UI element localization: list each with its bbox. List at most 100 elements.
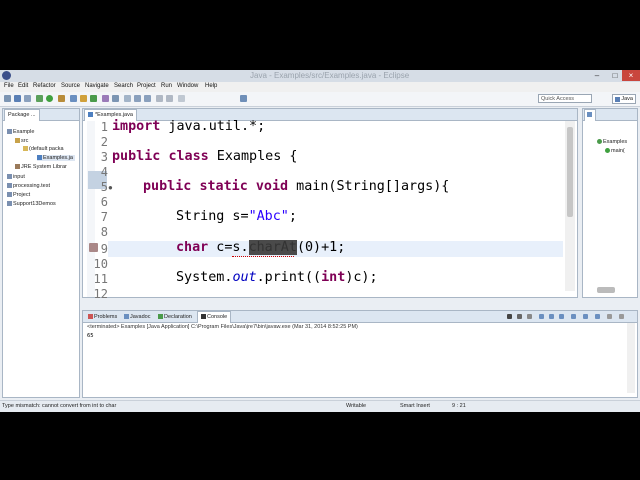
folder-icon — [15, 138, 20, 144]
code-line-11[interactable]: System.out.print((int)c); — [176, 269, 378, 287]
tree-label: Support13Demos — [13, 201, 56, 207]
code-line-7[interactable]: String s="Abc"; — [176, 208, 297, 226]
code-line-3[interactable]: public class Examples { — [112, 148, 297, 166]
tab-problems[interactable]: Problems — [85, 312, 120, 322]
tree-item-support13demos[interactable]: Support13Demos — [7, 201, 56, 207]
open-type-icon[interactable] — [102, 95, 109, 102]
tree-item-project[interactable]: Project — [7, 192, 30, 198]
new-package-icon[interactable] — [80, 95, 87, 102]
new-java-project-icon[interactable] — [70, 95, 77, 102]
menu-navigate[interactable]: Navigate — [85, 83, 109, 89]
word-wrap-icon[interactable] — [559, 314, 564, 319]
java-perspective-button[interactable]: Java — [612, 94, 636, 104]
java-file-icon — [37, 155, 42, 161]
tree-label: (default packa — [29, 146, 64, 152]
previous-annotation-icon[interactable] — [144, 95, 151, 102]
menu-source[interactable]: Source — [61, 83, 80, 89]
external-tools-icon[interactable] — [58, 95, 65, 102]
menu-project[interactable]: Project — [137, 83, 156, 89]
menu-window[interactable]: Window — [177, 83, 198, 89]
menu-bar: File Edit Refactor Source Navigate Searc… — [0, 82, 640, 92]
keyword: import — [112, 119, 161, 134]
debug-icon[interactable] — [36, 95, 43, 102]
clear-console-icon[interactable] — [539, 314, 544, 319]
outline-scroll-thumb[interactable] — [597, 287, 615, 293]
static-field: out — [232, 270, 257, 285]
new-class-icon[interactable] — [90, 95, 97, 102]
tab-outline[interactable] — [584, 109, 596, 121]
minimize-icon[interactable]: – — [588, 70, 606, 81]
forward-icon[interactable] — [166, 95, 173, 102]
remove-all-icon[interactable] — [527, 314, 532, 319]
remove-launch-icon[interactable] — [517, 314, 522, 319]
status-message: Type mismatch: cannot convert from int t… — [2, 403, 117, 409]
terminate-icon[interactable] — [507, 314, 512, 319]
project-icon — [7, 129, 12, 135]
maximize-view-icon[interactable] — [619, 314, 624, 319]
class-icon — [597, 139, 602, 145]
back-icon[interactable] — [156, 95, 163, 102]
tree-item-examples-java[interactable]: Examples.ja — [37, 155, 75, 161]
menu-run[interactable]: Run — [161, 83, 172, 89]
javadoc-icon — [124, 314, 129, 320]
tree-item-input[interactable]: input — [7, 174, 25, 180]
open-console-icon[interactable] — [595, 314, 600, 319]
minimize-view-icon[interactable] — [607, 314, 612, 319]
menu-edit[interactable]: Edit — [18, 83, 28, 89]
tab-declaration[interactable]: Declaration — [155, 312, 195, 322]
tree-label: src — [21, 138, 29, 144]
pin-console-icon[interactable] — [571, 314, 576, 319]
scroll-thumb[interactable] — [567, 127, 573, 217]
next-annotation-icon[interactable] — [134, 95, 141, 102]
code-line-1[interactable]: import java.util.*; — [112, 118, 265, 136]
search-icon[interactable] — [112, 95, 119, 102]
menu-help[interactable]: Help — [205, 83, 217, 89]
tree-item-jre-library[interactable]: JRE System Librar — [15, 164, 67, 170]
code-line-5[interactable]: public static void main(String[]args){ — [143, 178, 449, 196]
tree-item-example[interactable]: Example — [7, 129, 34, 135]
tree-item-processing-test[interactable]: processing.test — [7, 183, 50, 189]
toggle-mark-icon[interactable] — [124, 95, 131, 102]
close-icon[interactable]: × — [622, 70, 640, 81]
pin-editor-icon[interactable] — [178, 95, 185, 102]
tab-package-explorer[interactable]: Package ... — [4, 109, 40, 121]
run-icon[interactable] — [46, 95, 53, 102]
console-panel: Problems Javadoc Declaration Console <te… — [82, 310, 638, 398]
outline-label: main( — [611, 148, 625, 154]
toolbar-extra-icon[interactable] — [240, 95, 247, 102]
new-icon[interactable] — [4, 95, 11, 102]
outline-item-main[interactable]: main( — [605, 148, 625, 154]
title-bar: Java - Examples/src/Examples.java - Ecli… — [0, 70, 640, 82]
tab-console[interactable]: Console — [197, 311, 232, 323]
tree-item-src[interactable]: src — [15, 138, 28, 144]
console-scrollbar[interactable] — [627, 323, 635, 393]
menu-refactor[interactable]: Refactor — [33, 83, 56, 89]
menu-search[interactable]: Search — [114, 83, 133, 89]
status-insert-mode: Smart Insert — [400, 403, 430, 409]
project-icon — [7, 201, 12, 207]
keyword: char — [176, 240, 209, 255]
status-bar: Type mismatch: cannot convert from int t… — [0, 400, 640, 412]
code-text: java.util.*; — [160, 119, 266, 134]
save-icon[interactable] — [14, 95, 21, 102]
keyword: static — [199, 179, 248, 194]
outline-item-examples[interactable]: Examples — [597, 139, 627, 145]
editor-vertical-scrollbar[interactable] — [565, 121, 575, 291]
quick-access-input[interactable]: Quick Access — [538, 94, 592, 103]
tab-javadoc[interactable]: Javadoc — [121, 312, 154, 322]
keyword: void — [255, 179, 289, 194]
keyword: public — [143, 179, 192, 194]
tree-label: Examples.ja — [43, 155, 73, 161]
outline-panel: Examples main( — [582, 108, 638, 298]
code-text: String s= — [176, 209, 249, 224]
scroll-lock-icon[interactable] — [549, 314, 554, 319]
status-cursor-position: 9 : 21 — [452, 403, 466, 409]
console-icon — [201, 314, 206, 320]
fold-icon[interactable]: ● — [108, 183, 113, 192]
display-console-icon[interactable] — [583, 314, 588, 319]
console-terminated-label: <terminated> Examples [Java Application]… — [87, 324, 358, 330]
save-all-icon[interactable] — [24, 95, 31, 102]
menu-file[interactable]: File — [4, 83, 14, 89]
outline-icon — [587, 112, 592, 118]
tree-item-default-package[interactable]: (default packa — [23, 146, 64, 152]
